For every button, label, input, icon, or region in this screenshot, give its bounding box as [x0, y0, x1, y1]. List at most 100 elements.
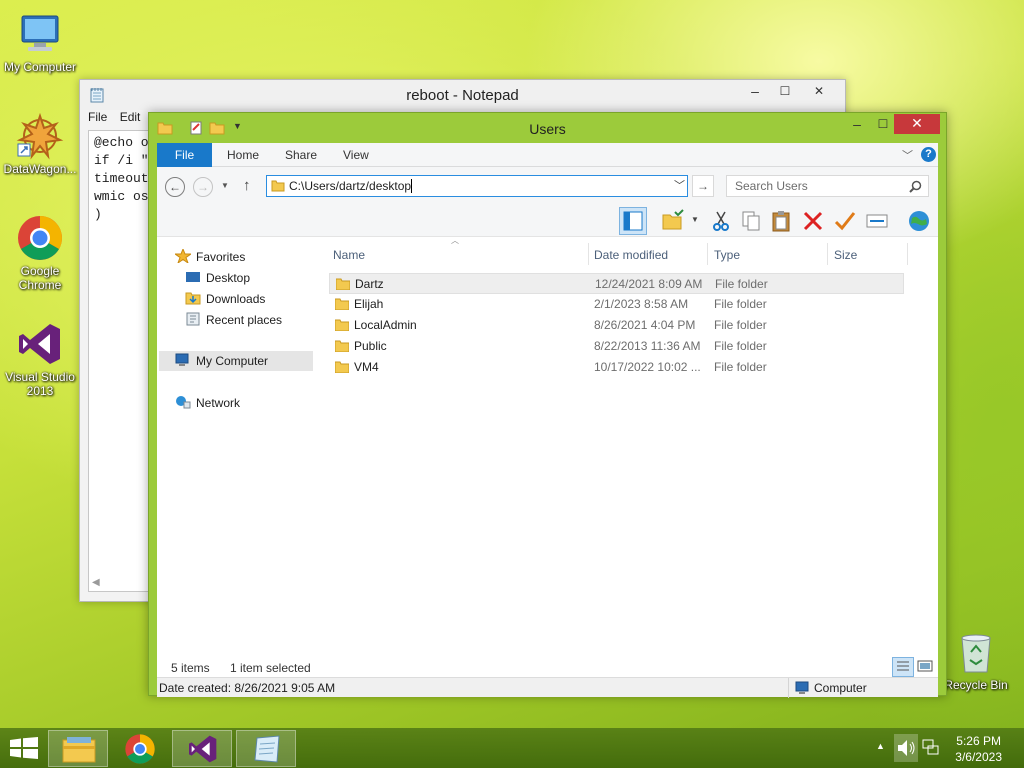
ribbon-expand-icon[interactable]: ﹀ [902, 147, 913, 163]
address-text: C:\Users/dartz/desktop [289, 179, 412, 193]
folder-icon [335, 298, 349, 310]
back-icon[interactable]: ← [165, 177, 185, 197]
location-divider [788, 678, 789, 698]
column-header-name[interactable]: Name [333, 245, 365, 265]
address-bar[interactable]: C:\Users/dartz/desktop ﹀ [266, 175, 688, 197]
explorer-title: Users [529, 121, 566, 137]
forward-icon[interactable]: → [193, 177, 213, 197]
copy-icon[interactable] [739, 209, 763, 233]
notepad-scroll-left-icon[interactable]: ◀ [92, 577, 100, 588]
up-icon[interactable]: ↑ [243, 177, 251, 194]
desktop-icon-datawagon[interactable]: DataWagon... [0, 112, 80, 176]
computer-icon [175, 353, 191, 367]
go-icon[interactable]: → [692, 175, 714, 197]
recent-places-icon [185, 312, 201, 326]
recent-locations-dropdown-icon[interactable]: ▼ [221, 181, 229, 190]
explorer-minimize-button[interactable]: – [843, 113, 871, 135]
paste-icon[interactable] [769, 209, 793, 233]
column-header-type[interactable]: Type [714, 245, 740, 265]
nav-item-downloads[interactable]: Downloads [185, 289, 265, 309]
table-row[interactable]: Dartz 12/24/2021 8:09 AM File folder [329, 273, 904, 294]
downloads-icon [185, 291, 201, 305]
notepad-menu-edit[interactable]: Edit [120, 110, 141, 124]
delete-icon[interactable] [801, 209, 825, 233]
tab-home[interactable]: Home [227, 143, 259, 167]
network-icon [175, 395, 191, 409]
help-icon[interactable]: ? [921, 147, 936, 162]
star-icon [173, 247, 193, 265]
desktop-icon-recycle-bin[interactable]: Recycle Bin [936, 632, 1016, 692]
command-toolbar: ▼ [157, 205, 938, 237]
search-placeholder: Search Users [735, 179, 808, 193]
row-name: LocalAdmin [354, 318, 417, 332]
column-divider[interactable] [707, 243, 708, 265]
volume-icon[interactable] [894, 734, 918, 762]
large-icons-view-icon[interactable] [917, 659, 933, 676]
tab-view[interactable]: View [343, 143, 369, 167]
notepad-menubar: File Edit [88, 110, 149, 130]
folder-icon [335, 340, 349, 352]
column-header-date[interactable]: Date modified [594, 245, 668, 265]
preview-pane-icon[interactable] [619, 207, 647, 235]
notepad-menu-file[interactable]: File [88, 110, 107, 124]
chrome-icon [125, 734, 155, 764]
location-label: Computer [814, 681, 867, 695]
row-name: Elijah [354, 297, 384, 311]
details-view-icon[interactable] [892, 657, 914, 677]
row-date: 2/1/2023 8:58 AM [594, 297, 689, 311]
search-input[interactable]: Search Users [726, 175, 929, 197]
table-row[interactable]: VM4 10/17/2022 10:02 ... File folder [329, 357, 904, 378]
row-type: File folder [714, 339, 767, 353]
table-row[interactable]: Elijah 2/1/2023 8:58 AM File folder [329, 294, 904, 315]
taskbar-notepad[interactable] [236, 730, 296, 767]
desktop-icon-label: Visual Studio 2013 [5, 370, 75, 398]
explorer-titlebar[interactable]: ▼ Users – ☐ ✕ [149, 113, 946, 143]
properties-icon[interactable] [865, 209, 889, 233]
taskbar-chrome[interactable] [110, 730, 170, 767]
move-to-folder-icon[interactable] [661, 209, 685, 233]
tab-file[interactable]: File [157, 143, 212, 167]
network-globe-icon[interactable] [907, 209, 931, 233]
nav-label: My Computer [196, 354, 269, 368]
nav-item-network[interactable]: Network [175, 393, 240, 413]
cut-icon[interactable] [709, 209, 733, 233]
tab-share[interactable]: Share [285, 143, 317, 167]
address-dropdown-icon[interactable]: ﹀ [674, 176, 685, 196]
column-divider[interactable] [907, 243, 908, 265]
clock-date: 3/6/2023 [955, 750, 1002, 764]
system-clock[interactable]: 5:26 PM 3/6/2023 [955, 733, 1002, 765]
row-name: VM4 [354, 360, 379, 374]
visual-studio-icon [16, 320, 64, 368]
row-type: File folder [714, 297, 767, 311]
desktop-icon-my-computer[interactable]: My Computer [0, 10, 80, 74]
nav-item-desktop[interactable]: Desktop [185, 268, 250, 288]
move-dropdown-icon[interactable]: ▼ [691, 215, 699, 224]
start-button[interactable] [10, 737, 38, 762]
table-row[interactable]: LocalAdmin 8/26/2021 4:04 PM File folder [329, 315, 904, 336]
nav-item-my-computer[interactable]: My Computer [159, 351, 313, 371]
notepad-close-button[interactable]: ✕ [796, 80, 842, 102]
nav-item-recent-places[interactable]: Recent places [185, 310, 282, 330]
taskbar-file-explorer[interactable] [48, 730, 108, 767]
explorer-window[interactable]: ▼ Users – ☐ ✕ File Home Share View ﹀ ? ←… [148, 112, 947, 698]
column-header-size[interactable]: Size [834, 245, 857, 265]
status-bar: 5 items 1 item selected [157, 657, 938, 677]
details-bar: Date created: 8/26/2021 9:05 AM Computer [157, 677, 938, 698]
folder-icon [335, 361, 349, 373]
notepad-titlebar[interactable]: reboot - Notepad – ☐ ✕ [80, 80, 845, 110]
taskbar-visual-studio[interactable] [172, 730, 232, 767]
nav-item-favorites[interactable]: Favorites [173, 247, 245, 267]
rename-checkmark-icon[interactable] [833, 209, 857, 233]
column-divider[interactable] [588, 243, 589, 265]
notepad-minimize-button[interactable]: – [740, 80, 770, 102]
column-divider[interactable] [827, 243, 828, 265]
explorer-maximize-button[interactable]: ☐ [869, 113, 897, 135]
tray-overflow-icon[interactable]: ▲ [876, 741, 885, 751]
desktop-icon-chrome[interactable]: Google Chrome [0, 214, 80, 292]
item-count: 5 items [171, 661, 210, 675]
table-row[interactable]: Public 8/22/2013 11:36 AM File folder [329, 336, 904, 357]
network-status-icon[interactable] [921, 738, 939, 759]
my-computer-icon [16, 10, 64, 58]
explorer-close-button[interactable]: ✕ [894, 114, 940, 134]
desktop-icon-visual-studio[interactable]: Visual Studio 2013 [0, 320, 80, 398]
